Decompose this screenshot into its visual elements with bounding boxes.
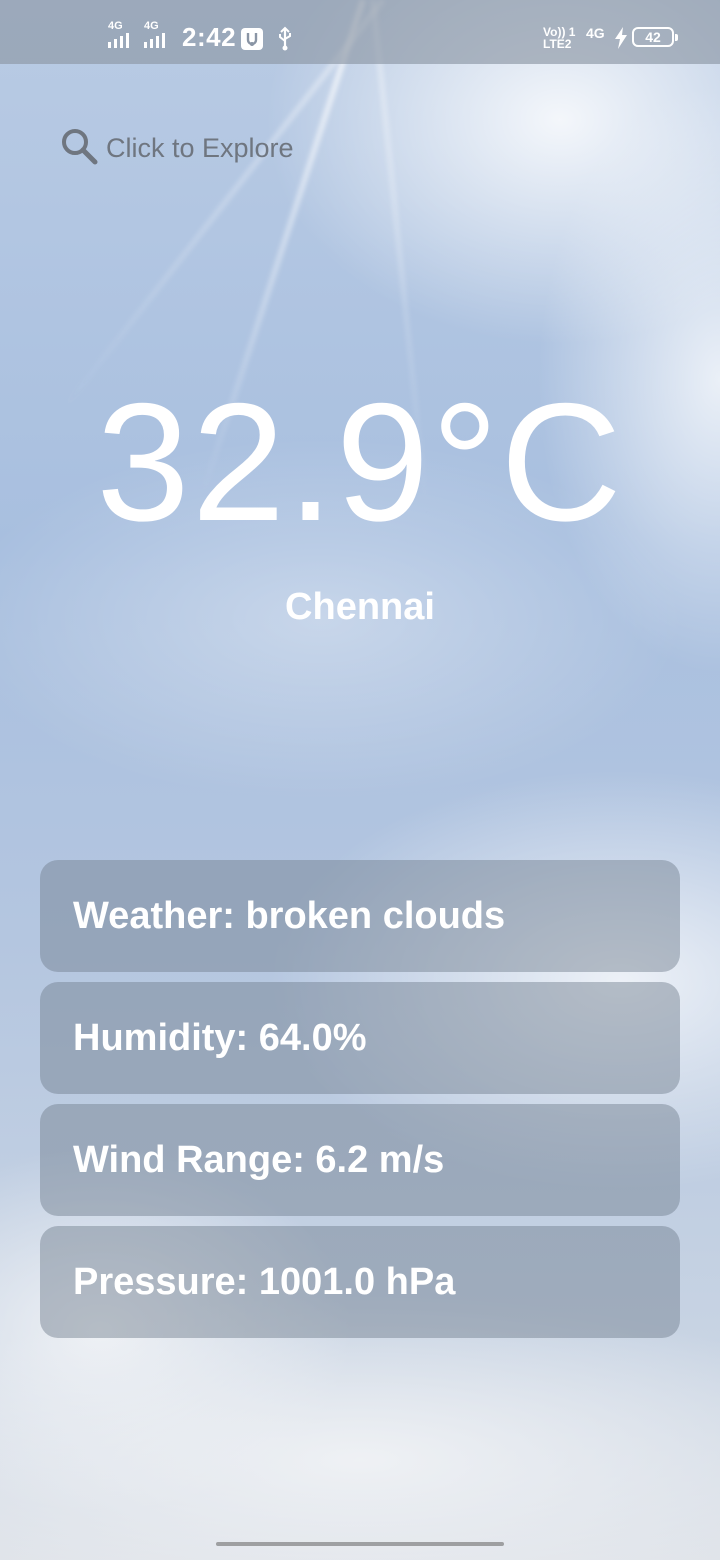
- wind-card: Wind Range: 6.2 m/s: [40, 1104, 680, 1216]
- battery-icon: 42: [632, 27, 678, 47]
- temperature-display: 32.9°C: [96, 368, 624, 556]
- pressure-text: Pressure: 1001.0 hPa: [73, 1260, 456, 1303]
- data-network-label: 4G: [586, 25, 605, 41]
- city-name: Chennai: [285, 586, 435, 628]
- search-placeholder[interactable]: Click to Explore: [106, 133, 294, 164]
- status-time: 2:42: [182, 22, 237, 52]
- humidity-text: Humidity: 64.0%: [73, 1016, 367, 1059]
- weather-condition-card: Weather: broken clouds: [40, 860, 680, 972]
- volte-line2-label: LTE2: [543, 37, 572, 51]
- search-icon[interactable]: [60, 127, 98, 170]
- pressure-card: Pressure: 1001.0 hPa: [40, 1226, 680, 1338]
- home-indicator[interactable]: [216, 1542, 504, 1546]
- sim1-signal-icon: 4G: [108, 20, 140, 48]
- wind-text: Wind Range: 6.2 m/s: [73, 1138, 445, 1181]
- weather-condition-text: Weather: broken clouds: [73, 894, 506, 937]
- weather-screen: 4G 4G 2:42 Vo)) 1 LTE2 4G 42 Click to Ex…: [0, 0, 720, 1560]
- explore-search[interactable]: Click to Explore: [60, 126, 480, 170]
- usb-icon: [276, 26, 294, 57]
- charging-icon: [614, 27, 628, 54]
- battery-level: 42: [645, 29, 661, 45]
- status-bar: 4G 4G 2:42 Vo)) 1 LTE2 4G 42: [0, 0, 720, 64]
- weather-details: Weather: broken clouds Humidity: 64.0% W…: [40, 860, 680, 1348]
- sim2-network-label: 4G: [144, 20, 159, 32]
- humidity-card: Humidity: 64.0%: [40, 982, 680, 1094]
- sim1-network-label: 4G: [108, 20, 123, 32]
- sim2-signal-icon: 4G: [144, 20, 176, 48]
- usb-debug-icon: [240, 27, 264, 56]
